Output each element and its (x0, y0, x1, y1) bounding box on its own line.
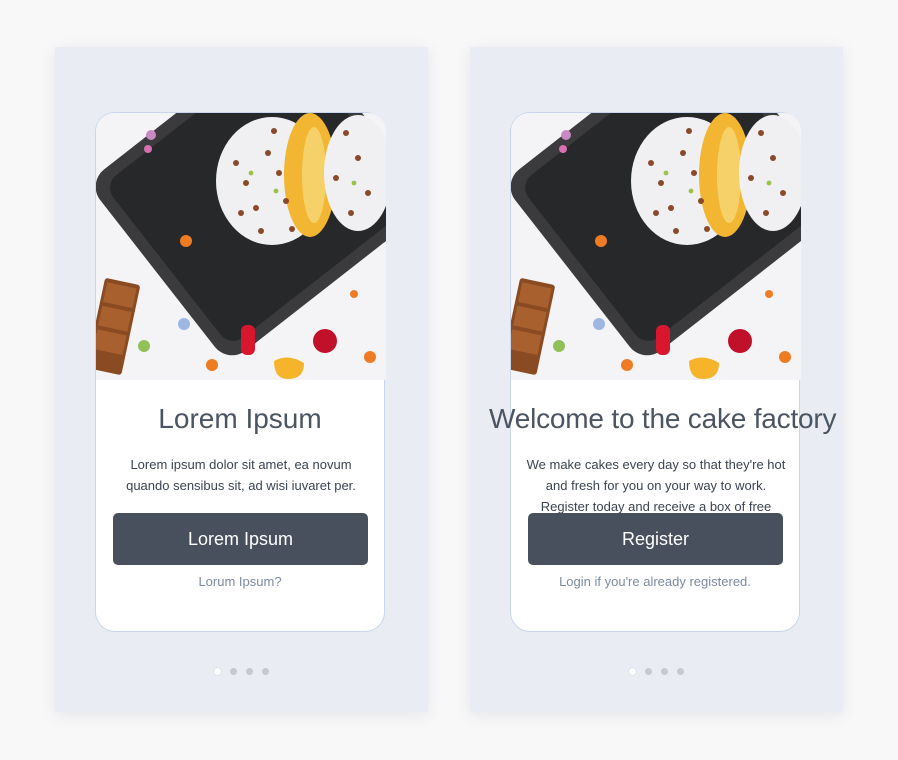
secondary-link[interactable]: Lorum Ipsum? (96, 574, 384, 589)
pagination-dots (470, 668, 843, 675)
pagination-dot[interactable] (262, 668, 269, 675)
pagination-dot[interactable] (629, 668, 636, 675)
primary-button[interactable]: Lorem Ipsum (113, 513, 368, 565)
pagination-dot[interactable] (214, 668, 221, 675)
pagination-dot[interactable] (246, 668, 253, 675)
pagination-dot[interactable] (677, 668, 684, 675)
card-description: Lorem ipsum dolor sit amet, ea novum qua… (126, 457, 356, 493)
pagination-dot[interactable] (230, 668, 237, 675)
pagination-dots (55, 668, 428, 675)
card-title: Welcome to the cake factory (489, 403, 837, 434)
onboarding-screen-1: Lorem Ipsum Lorem ipsum dolor sit amet, … (55, 47, 428, 712)
pagination-dot[interactable] (661, 668, 668, 675)
donut-hero-image (511, 113, 801, 380)
donut-hero-image (96, 113, 386, 380)
onboarding-card: Welcome to the cake factory We make cake… (489, 112, 837, 632)
onboarding-screen-2: Welcome to the cake factory We make cake… (470, 47, 843, 712)
register-button[interactable]: Register (528, 513, 783, 565)
pagination-dot[interactable] (645, 668, 652, 675)
card-title: Lorem Ipsum (158, 403, 322, 434)
onboarding-card: Lorem Ipsum Lorem ipsum dolor sit amet, … (95, 112, 386, 632)
login-link[interactable]: Login if you're already registered. (511, 574, 799, 589)
